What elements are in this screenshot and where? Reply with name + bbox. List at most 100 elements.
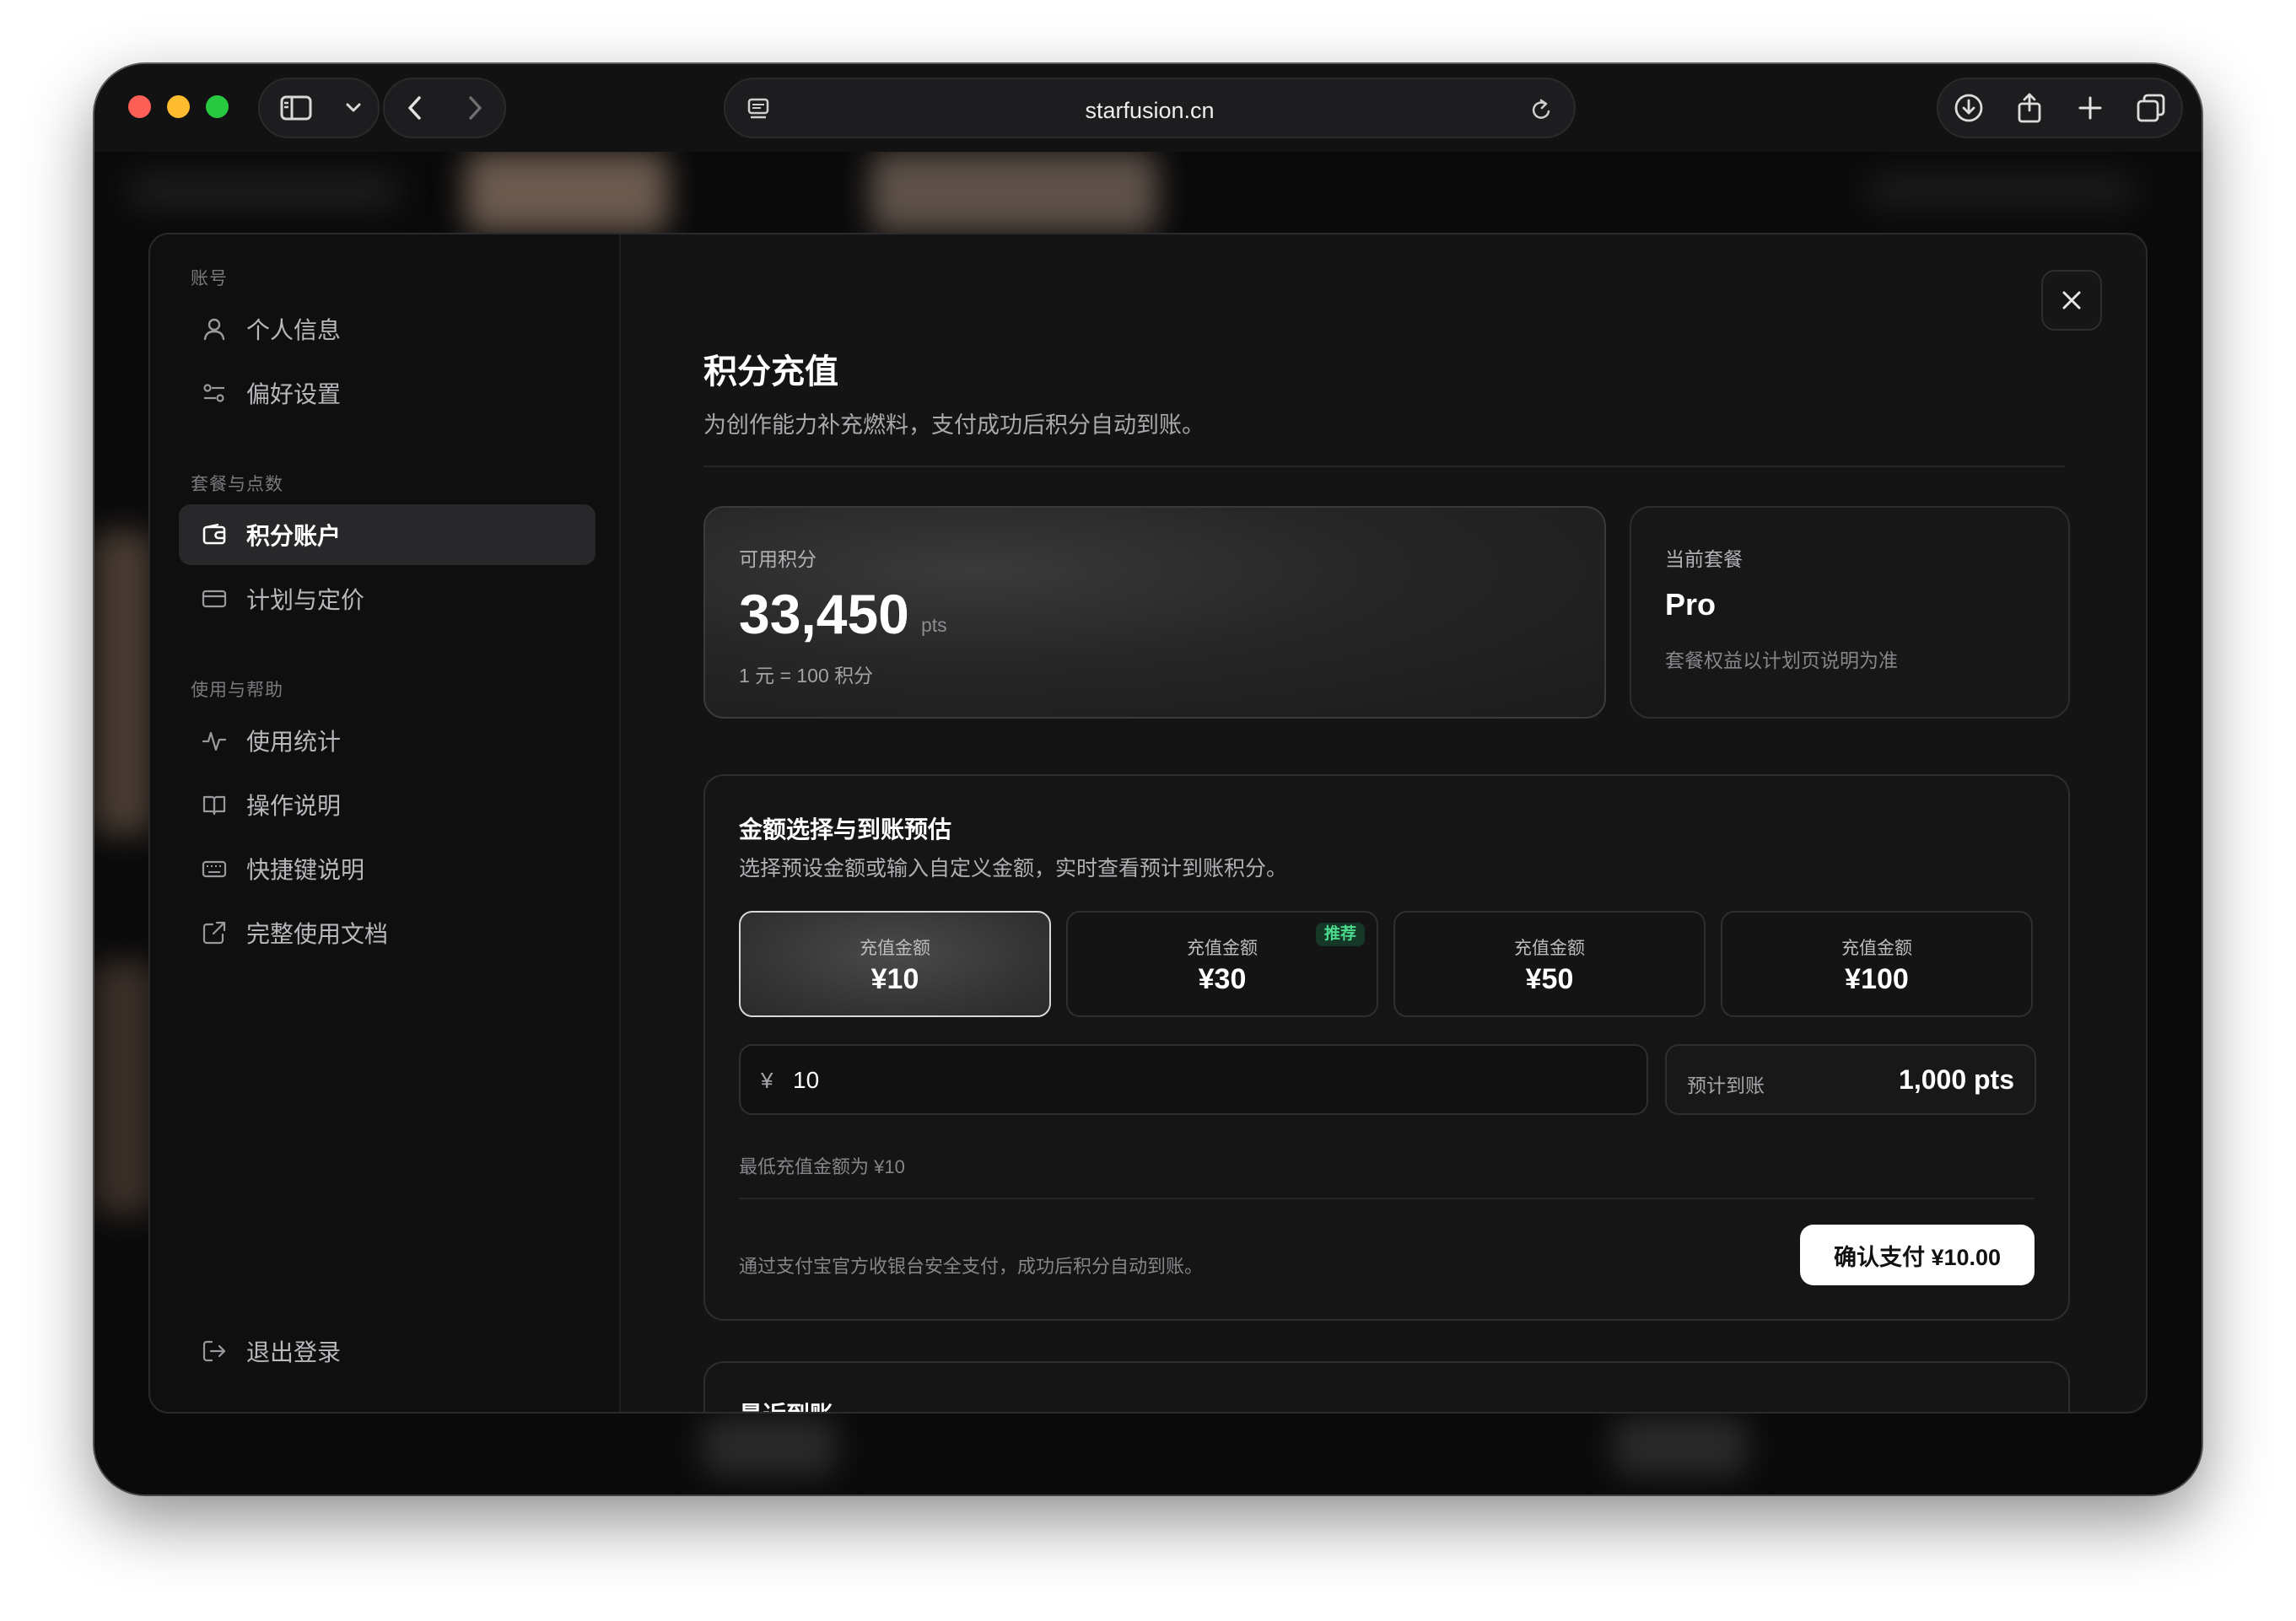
sidebar-item-profile[interactable]: 个人信息 xyxy=(179,299,596,359)
sidebar-item-label: 操作说明 xyxy=(246,793,342,819)
url-text: starfusion.cn xyxy=(1085,98,1215,123)
section-label-plans: 套餐与点数 xyxy=(191,475,283,494)
activity-icon xyxy=(199,725,229,756)
tab-overview-button[interactable] xyxy=(2121,78,2181,138)
plan-label: 当前套餐 xyxy=(1665,548,1743,570)
sidebar-item-docs[interactable]: 完整使用文档 xyxy=(179,902,596,963)
backdrop-blur xyxy=(94,961,154,1214)
recent-credits-card: 最近到账 xyxy=(703,1361,2070,1412)
currency-symbol: ¥ xyxy=(761,1068,773,1093)
custom-amount-field[interactable]: ¥ xyxy=(739,1044,1648,1115)
toolbar-actions-group xyxy=(1937,78,2183,138)
sidebar-item-usage-stats[interactable]: 使用统计 xyxy=(179,710,596,771)
amount-option-value: ¥10 xyxy=(870,963,919,995)
tab-group-dropdown-button[interactable] xyxy=(332,78,375,138)
plus-icon xyxy=(2078,96,2102,120)
recent-section-title: 最近到账 xyxy=(739,1397,833,1412)
estimated-credits-box: 预计到账 1,000 pts xyxy=(1665,1044,2036,1115)
sidebar-item-credits-account[interactable]: 积分账户 xyxy=(179,504,596,565)
custom-amount-input[interactable] xyxy=(793,1061,1620,1100)
sidebar-item-plans-pricing[interactable]: 计划与定价 xyxy=(179,568,596,629)
recommended-badge: 推荐 xyxy=(1315,923,1365,946)
sidebar-toggle-button[interactable] xyxy=(260,78,332,138)
share-button[interactable] xyxy=(1999,78,2060,138)
forward-button[interactable] xyxy=(445,78,504,138)
estimate-label: 预计到账 xyxy=(1687,1074,1765,1096)
credits-main-panel: 积分充值 为创作能力补充燃料，支付成功后积分自动到账。 可用积分 33,450 … xyxy=(623,234,2146,1412)
browser-toolbar: starfusion.cn xyxy=(94,64,2202,152)
close-window-button[interactable] xyxy=(128,95,151,118)
amount-selection-card: 金额选择与到账预估 选择预设金额或输入自定义金额，实时查看预计到账积分。 充值金… xyxy=(703,774,2070,1321)
exchange-rate: 1 元 = 100 积分 xyxy=(739,665,874,687)
wallet-icon xyxy=(199,520,229,550)
sidebar-icon xyxy=(280,95,312,121)
zoom-window-button[interactable] xyxy=(206,95,229,118)
sidebar-item-label: 快捷键说明 xyxy=(246,857,365,883)
page-subtitle: 为创作能力补充燃料，支付成功后积分自动到账。 xyxy=(703,412,1205,438)
tabs-overview-icon xyxy=(2137,94,2165,122)
sidebar-item-preferences[interactable]: 偏好设置 xyxy=(179,363,596,423)
logout-button[interactable]: 退出登录 xyxy=(179,1321,596,1381)
chevron-down-icon xyxy=(346,103,361,112)
logout-label: 退出登录 xyxy=(246,1339,342,1365)
backdrop-blur xyxy=(128,174,398,207)
sidebar-item-label: 偏好设置 xyxy=(246,381,342,407)
new-tab-button[interactable] xyxy=(2060,78,2121,138)
amount-option-30[interactable]: 充值金额 ¥30 推荐 xyxy=(1066,911,1378,1017)
backdrop-blur xyxy=(702,1417,837,1476)
amount-option-label: 充值金额 xyxy=(860,939,930,958)
backdrop-blur xyxy=(870,152,1157,233)
section-label-account: 账号 xyxy=(191,269,228,288)
amount-option-10[interactable]: 充值金额 ¥10 xyxy=(739,911,1051,1017)
confirm-payment-button[interactable]: 确认支付 ¥10.00 xyxy=(1800,1225,2035,1285)
download-icon xyxy=(1954,94,1983,122)
balance-unit: pts xyxy=(921,614,947,636)
balance-label: 可用积分 xyxy=(739,548,817,570)
sidebar-item-label: 完整使用文档 xyxy=(246,921,389,947)
settings-sidebar: 账号 个人信息 偏好设置 套餐与点数 积分账户 计划与定价 使用与帮助 使用统计… xyxy=(150,234,621,1412)
sidebar-item-label: 计划与定价 xyxy=(246,587,365,613)
amount-option-label: 充值金额 xyxy=(1841,939,1912,958)
amount-option-100[interactable]: 充值金额 ¥100 xyxy=(1721,911,2033,1017)
reload-icon[interactable] xyxy=(1530,97,1554,127)
sidebar-item-guide[interactable]: 操作说明 xyxy=(179,774,596,835)
account-settings-modal: 账号 个人信息 偏好设置 套餐与点数 积分账户 计划与定价 使用与帮助 使用统计… xyxy=(148,233,2148,1414)
address-bar[interactable]: starfusion.cn xyxy=(724,78,1576,138)
amount-option-50[interactable]: 充值金额 ¥50 xyxy=(1393,911,1706,1017)
close-modal-button[interactable] xyxy=(2041,270,2102,331)
history-nav-group xyxy=(383,78,506,138)
chevron-right-icon xyxy=(468,96,482,120)
amount-option-label: 充值金额 xyxy=(1514,939,1585,958)
backdrop-blur xyxy=(1613,1417,1748,1476)
page-title: 积分充值 xyxy=(703,353,838,390)
plan-name: Pro xyxy=(1665,587,1717,622)
backdrop-blur xyxy=(1866,174,2136,207)
chevron-left-icon xyxy=(407,96,421,120)
balance-card: 可用积分 33,450 pts 1 元 = 100 积分 xyxy=(703,506,1606,719)
section-label-help: 使用与帮助 xyxy=(191,681,283,700)
plan-note: 套餐权益以计划页说明为准 xyxy=(1665,649,1898,671)
amount-option-value: ¥30 xyxy=(1198,963,1247,995)
payment-divider xyxy=(739,1198,2035,1199)
book-icon xyxy=(199,789,229,820)
credit-card-icon xyxy=(199,584,229,614)
amount-section-title: 金额选择与到账预估 xyxy=(739,816,952,843)
sidebar-item-label: 使用统计 xyxy=(246,729,342,755)
balance-value: 33,450 xyxy=(739,583,909,645)
minimize-window-button[interactable] xyxy=(167,95,190,118)
minimum-amount-note: 最低充值金额为 ¥10 xyxy=(739,1156,905,1177)
close-icon xyxy=(2062,291,2081,310)
share-icon xyxy=(2018,93,2041,123)
logout-icon xyxy=(199,1336,229,1366)
sliders-icon xyxy=(199,378,229,408)
amount-option-value: ¥100 xyxy=(1845,963,1909,995)
back-button[interactable] xyxy=(385,78,445,138)
estimate-value: 1,000 pts xyxy=(1899,1064,2014,1095)
sidebar-toggle-group xyxy=(258,78,380,138)
sidebar-item-label: 个人信息 xyxy=(246,317,342,343)
sidebar-item-shortcuts[interactable]: 快捷键说明 xyxy=(179,838,596,899)
external-link-icon xyxy=(199,918,229,948)
user-icon xyxy=(199,314,229,344)
payment-note: 通过支付宝官方收银台安全支付，成功后积分自动到账。 xyxy=(739,1256,1204,1277)
downloads-button[interactable] xyxy=(1938,78,1999,138)
